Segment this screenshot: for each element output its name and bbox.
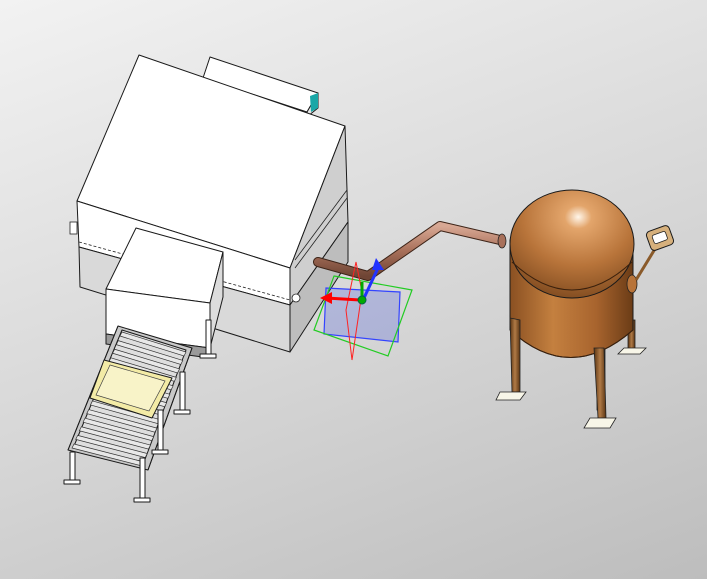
tank-foot-1 xyxy=(495,391,527,401)
side-latch xyxy=(69,221,78,235)
cad-model-svg[interactable] xyxy=(0,0,707,579)
tank-side-nozzle xyxy=(626,274,638,294)
tank-leg-front-left xyxy=(509,317,521,393)
side-knob xyxy=(291,293,301,303)
cad-3d-viewport[interactable] xyxy=(0,0,707,579)
pressure-tank[interactable] xyxy=(495,189,675,429)
triad-origin xyxy=(357,295,367,305)
tank-foot-2 xyxy=(583,417,617,429)
tank-leg-front xyxy=(593,347,607,419)
tank-dome xyxy=(509,189,635,299)
tank-foot-3 xyxy=(617,347,647,355)
pipe-flange xyxy=(497,233,507,249)
